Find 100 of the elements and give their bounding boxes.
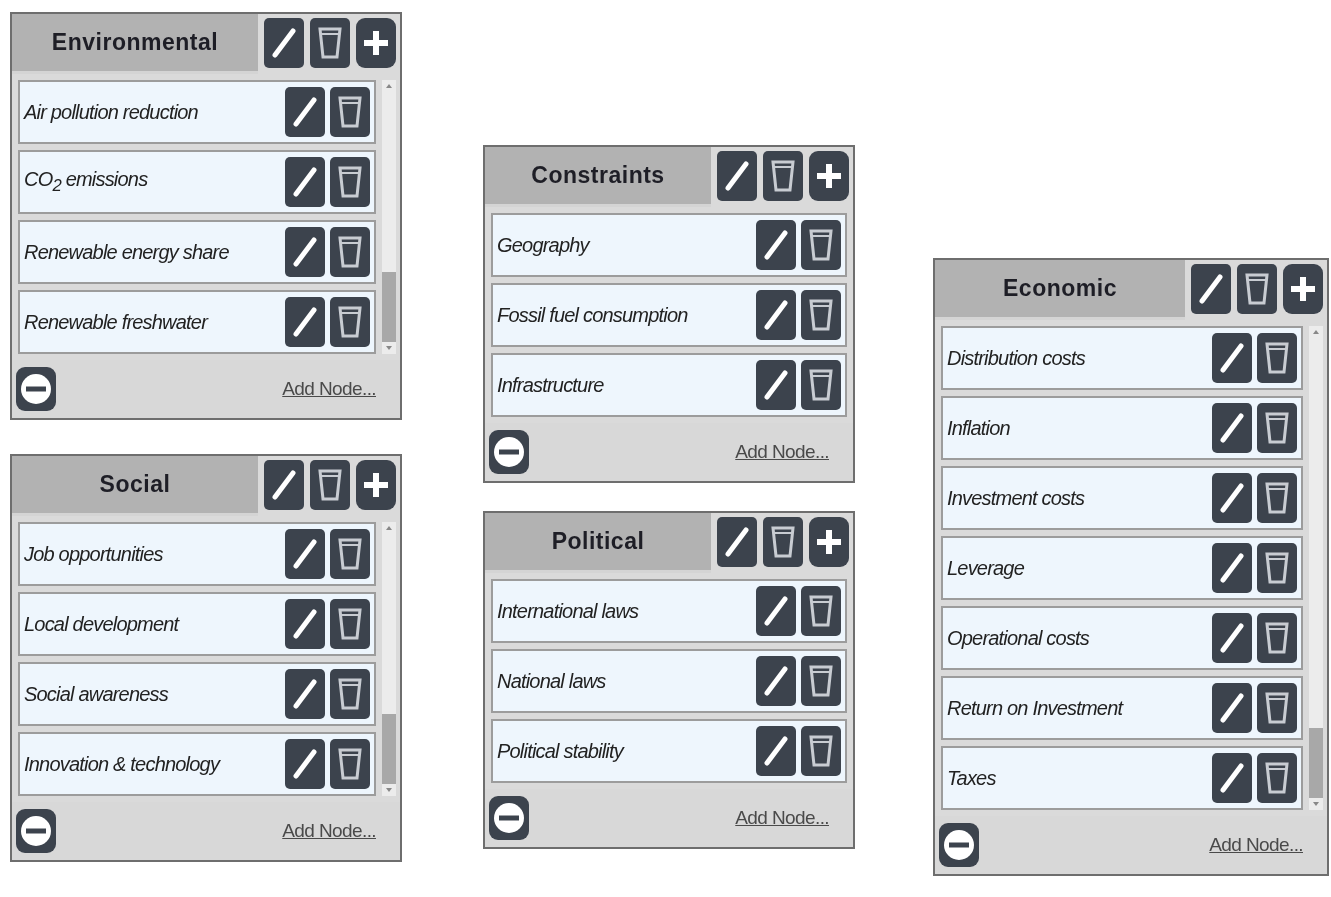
add-node-link[interactable]: Add Node... [735, 807, 829, 829]
add-button[interactable] [809, 517, 849, 567]
edit-button[interactable] [285, 297, 325, 347]
delete-button[interactable] [763, 517, 803, 567]
add-button[interactable] [1283, 264, 1323, 314]
node-item[interactable]: International laws [491, 579, 847, 643]
edit-button[interactable] [1212, 683, 1252, 733]
scroll-thumb[interactable] [1309, 728, 1323, 798]
collapse-button[interactable] [16, 367, 56, 411]
scrollbar[interactable] [1309, 326, 1323, 810]
edit-button[interactable] [1212, 403, 1252, 453]
node-item[interactable]: Local development [18, 592, 376, 656]
add-node-link[interactable]: Add Node... [1209, 834, 1303, 856]
edit-button[interactable] [756, 220, 796, 270]
delete-button[interactable] [1257, 543, 1297, 593]
delete-button[interactable] [801, 290, 841, 340]
node-item[interactable]: National laws [491, 649, 847, 713]
delete-button[interactable] [330, 739, 370, 789]
collapse-button[interactable] [16, 809, 56, 853]
delete-button[interactable] [801, 726, 841, 776]
node-label: Inflation [947, 416, 1011, 440]
node-item[interactable]: Social awareness [18, 662, 376, 726]
delete-button[interactable] [330, 297, 370, 347]
edit-button[interactable] [264, 460, 304, 510]
node-item[interactable]: Air pollution reduction [18, 80, 376, 144]
edit-button[interactable] [756, 726, 796, 776]
scrollbar[interactable] [382, 80, 396, 354]
edit-button[interactable] [756, 360, 796, 410]
node-label: Return on Investment [947, 696, 1125, 720]
edit-button[interactable] [285, 529, 325, 579]
node-item[interactable]: Innovation & technology [18, 732, 376, 796]
delete-button[interactable] [1257, 613, 1297, 663]
delete-button[interactable] [310, 18, 350, 68]
node-item[interactable]: Political stability [491, 719, 847, 783]
delete-button[interactable] [330, 87, 370, 137]
node-item[interactable]: Distribution costs [941, 326, 1303, 390]
edit-button[interactable] [1212, 613, 1252, 663]
edit-button[interactable] [285, 227, 325, 277]
node-item[interactable]: Leverage [941, 536, 1303, 600]
edit-button[interactable] [285, 157, 325, 207]
node-item[interactable]: Inflation [941, 396, 1303, 460]
delete-button[interactable] [330, 157, 370, 207]
add-button[interactable] [356, 460, 396, 510]
node-label: International laws [497, 599, 640, 623]
add-button[interactable] [809, 151, 849, 201]
node-item[interactable]: Fossil fuel consumption [491, 283, 847, 347]
node-item[interactable]: CO$_{2}$ emissions [18, 150, 376, 214]
delete-button[interactable] [801, 220, 841, 270]
collapse-button[interactable] [939, 823, 979, 867]
edit-button[interactable] [717, 151, 757, 201]
node-item[interactable]: Investment costs [941, 466, 1303, 530]
edit-button[interactable] [264, 18, 304, 68]
delete-button[interactable] [801, 586, 841, 636]
node-item[interactable]: Renewable energy share [18, 220, 376, 284]
node-item[interactable]: Taxes [941, 746, 1303, 810]
add-node-link[interactable]: Add Node... [282, 820, 376, 842]
node-label: Social awareness [24, 682, 169, 706]
edit-button[interactable] [756, 290, 796, 340]
node-item[interactable]: Geography [491, 213, 847, 277]
collapse-button[interactable] [489, 430, 529, 474]
delete-button[interactable] [1257, 753, 1297, 803]
node-item[interactable]: Job opportunities [18, 522, 376, 586]
scroll-thumb[interactable] [382, 272, 396, 342]
node-label: Renewable energy share [24, 240, 230, 264]
delete-button[interactable] [801, 656, 841, 706]
node-item[interactable]: Return on Investment [941, 676, 1303, 740]
scroll-thumb[interactable] [382, 714, 396, 784]
edit-button[interactable] [717, 517, 757, 567]
delete-button[interactable] [763, 151, 803, 201]
node-item[interactable]: Infrastructure [491, 353, 847, 417]
delete-button[interactable] [330, 669, 370, 719]
edit-button[interactable] [285, 87, 325, 137]
edit-button[interactable] [1191, 264, 1231, 314]
node-item[interactable]: Renewable freshwater [18, 290, 376, 354]
edit-button[interactable] [285, 739, 325, 789]
delete-button[interactable] [330, 227, 370, 277]
add-node-link[interactable]: Add Node... [282, 378, 376, 400]
edit-button[interactable] [756, 586, 796, 636]
edit-button[interactable] [1212, 333, 1252, 383]
delete-button[interactable] [330, 529, 370, 579]
add-button[interactable] [356, 18, 396, 68]
edit-button[interactable] [1212, 753, 1252, 803]
delete-button[interactable] [310, 460, 350, 510]
add-node-link[interactable]: Add Node... [735, 441, 829, 463]
delete-button[interactable] [1257, 473, 1297, 523]
delete-button[interactable] [1257, 683, 1297, 733]
delete-button[interactable] [1257, 333, 1297, 383]
delete-button[interactable] [330, 599, 370, 649]
delete-button[interactable] [1237, 264, 1277, 314]
edit-button[interactable] [1212, 543, 1252, 593]
node-item[interactable]: Operational costs [941, 606, 1303, 670]
edit-button[interactable] [285, 599, 325, 649]
node-label: Local development [24, 612, 181, 636]
edit-button[interactable] [285, 669, 325, 719]
edit-button[interactable] [756, 656, 796, 706]
collapse-button[interactable] [489, 796, 529, 840]
delete-button[interactable] [801, 360, 841, 410]
edit-button[interactable] [1212, 473, 1252, 523]
scrollbar[interactable] [382, 522, 396, 796]
delete-button[interactable] [1257, 403, 1297, 453]
